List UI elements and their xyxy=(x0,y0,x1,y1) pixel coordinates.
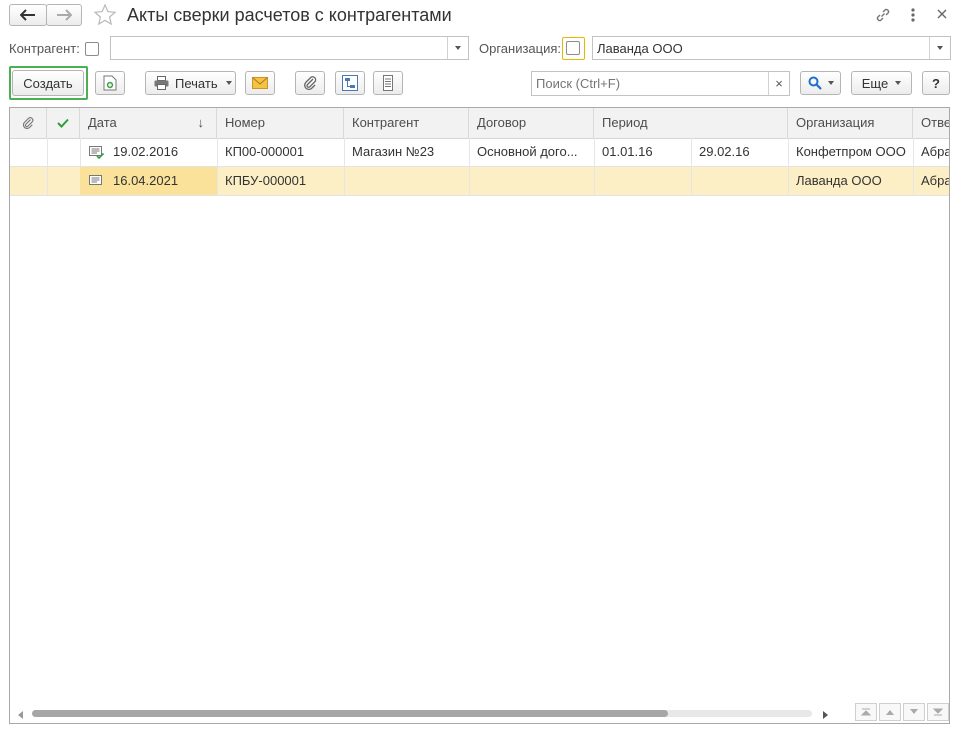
scroll-to-bottom-button[interactable] xyxy=(927,703,949,721)
help-button[interactable]: ? xyxy=(922,71,950,95)
cell-period-end xyxy=(691,167,788,195)
scroll-right-arrow[interactable] xyxy=(820,708,830,719)
send-email-button[interactable] xyxy=(245,71,275,95)
search-input[interactable]: × xyxy=(531,71,790,96)
print-button[interactable]: Печать xyxy=(145,71,236,95)
copy-button[interactable] xyxy=(95,71,125,95)
cell-counterparty: Магазин №23 xyxy=(352,144,435,159)
col-divider xyxy=(47,167,48,195)
list-icon xyxy=(383,75,393,91)
arrow-left-icon xyxy=(20,9,35,21)
paperclip-icon xyxy=(22,117,34,130)
header-date[interactable]: Дата ↓ xyxy=(80,108,217,138)
printer-icon xyxy=(154,76,169,90)
chevron-down-icon xyxy=(827,81,834,85)
last-icon xyxy=(933,708,943,716)
chevron-down-icon xyxy=(937,46,943,50)
magnifier-icon xyxy=(808,76,822,90)
cell-organization: Конфетпром ООО xyxy=(796,144,906,159)
counterparty-dropdown-button[interactable] xyxy=(447,37,468,59)
table-header: Дата ↓ Номер Контрагент Договор Период О… xyxy=(10,108,949,139)
organization-checkbox[interactable] xyxy=(566,41,580,55)
cell-organization: Лаванда ООО xyxy=(796,173,882,188)
counterparty-field[interactable] xyxy=(110,36,469,60)
more-button[interactable]: Еще xyxy=(851,71,912,95)
cell-number: КП00-000001 xyxy=(225,144,305,159)
col-divider xyxy=(47,138,48,166)
back-button[interactable] xyxy=(9,4,47,26)
search-button[interactable] xyxy=(800,71,841,95)
header-contract[interactable]: Договор xyxy=(469,108,594,138)
sort-down-icon: ↓ xyxy=(197,115,205,130)
cell-period-start: 01.01.16 xyxy=(602,144,653,159)
organization-value: Лаванда ООО xyxy=(597,41,683,56)
forward-button[interactable] xyxy=(46,4,82,26)
header-counterparty[interactable]: Контрагент xyxy=(344,108,469,138)
table-row[interactable]: 19.02.2016 КП00-000001 Магазин №23 Основ… xyxy=(10,138,949,167)
horizontal-scrollbar-thumb[interactable] xyxy=(32,710,668,717)
favorite-star-icon[interactable] xyxy=(93,3,117,27)
more-vertical-icon[interactable] xyxy=(907,5,919,25)
page-title: Акты сверки расчетов с контрагентами xyxy=(127,5,452,25)
cell-responsible: Абра xyxy=(921,173,950,188)
counterparty-label: Контрагент: xyxy=(9,41,80,56)
print-label: Печать xyxy=(175,75,218,91)
organization-dropdown-button[interactable] xyxy=(929,37,950,59)
envelope-icon xyxy=(252,77,268,89)
clear-search-button[interactable]: × xyxy=(768,72,789,95)
list-settings-button[interactable] xyxy=(373,71,403,95)
organization-checkbox-frame[interactable] xyxy=(562,37,585,60)
counterparty-checkbox[interactable] xyxy=(85,42,99,56)
cell-number: КПБУ-000001 xyxy=(225,173,307,188)
scroll-up-button[interactable] xyxy=(879,703,901,721)
horizontal-scrollbar-track[interactable] xyxy=(32,710,812,717)
hierarchy-icon xyxy=(342,75,358,91)
header-organization[interactable]: Организация xyxy=(788,108,913,138)
chevron-down-icon xyxy=(895,81,902,85)
document-icon xyxy=(89,175,104,191)
table-row-selected[interactable]: 16.04.2021 КПБУ-000001 Лаванда ООО Абра xyxy=(10,167,949,196)
add-document-icon xyxy=(103,75,117,91)
header-responsible[interactable]: Ответ xyxy=(913,108,949,138)
create-button[interactable]: Создать xyxy=(12,70,84,96)
header-posted[interactable] xyxy=(47,108,80,138)
attachments-button[interactable] xyxy=(295,71,325,95)
arrow-right-icon xyxy=(57,9,72,21)
cell-date: 16.04.2021 xyxy=(113,173,179,188)
up-icon xyxy=(886,710,894,715)
cell-date: 19.02.2016 xyxy=(113,144,179,159)
down-icon xyxy=(910,709,918,714)
header-attachments[interactable] xyxy=(10,108,47,138)
posted-document-icon xyxy=(89,146,105,162)
first-icon xyxy=(861,708,871,716)
cell-period-start xyxy=(594,167,691,195)
scroll-to-top-button[interactable] xyxy=(855,703,877,721)
cell-responsible: Абра xyxy=(921,144,950,159)
more-label: Еще xyxy=(861,75,889,91)
header-period[interactable]: Период xyxy=(594,108,788,138)
header-number[interactable]: Номер xyxy=(217,108,344,138)
chevron-down-icon xyxy=(225,81,232,85)
scroll-down-button[interactable] xyxy=(903,703,925,721)
checkmark-icon xyxy=(57,118,69,128)
cell-contract: Основной дого... xyxy=(477,144,578,159)
chevron-down-icon xyxy=(455,46,461,50)
paperclip-icon xyxy=(304,76,317,91)
close-icon[interactable] xyxy=(934,6,950,22)
cell-period-end: 29.02.16 xyxy=(699,144,750,159)
header-date-label: Дата xyxy=(88,115,117,130)
search-text[interactable] xyxy=(532,72,768,95)
col-divider xyxy=(80,138,81,166)
documents-table[interactable]: Дата ↓ Номер Контрагент Договор Период О… xyxy=(9,107,950,724)
organization-label: Организация: xyxy=(479,41,562,56)
link-icon[interactable] xyxy=(874,6,892,24)
cell-contract xyxy=(469,167,594,195)
organization-field[interactable]: Лаванда ООО xyxy=(592,36,951,60)
cell-counterparty xyxy=(344,167,469,195)
scroll-left-arrow[interactable] xyxy=(16,708,26,719)
structure-button[interactable] xyxy=(335,71,365,95)
